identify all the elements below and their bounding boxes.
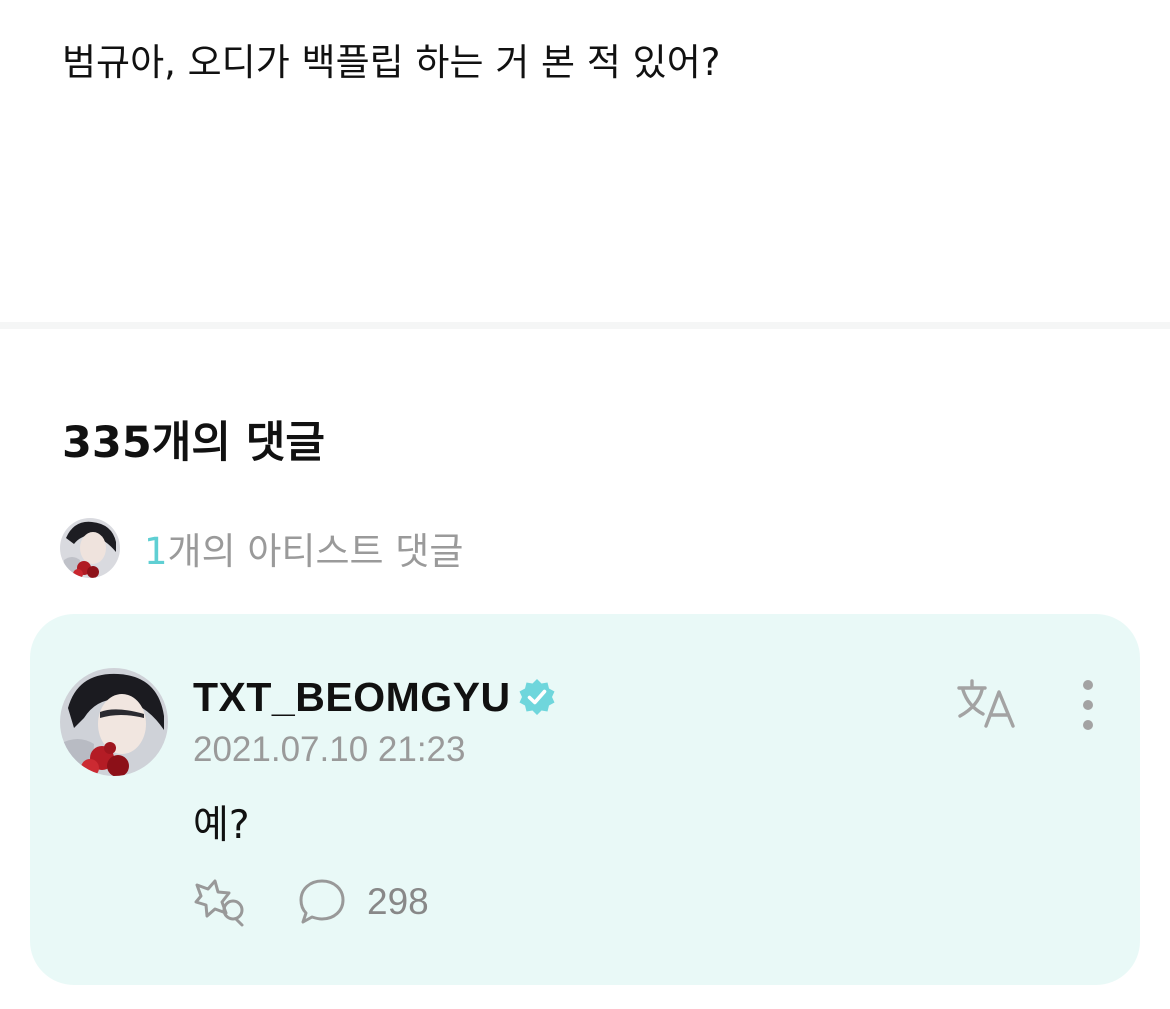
verified-badge-icon (519, 679, 555, 715)
comment-body: 예? (193, 803, 250, 848)
reply-count: 298 (367, 881, 429, 922)
artist-comment-suffix: 개의 아티스트 댓글 (167, 530, 464, 573)
artist-comment-number: 1 (144, 530, 168, 573)
post-text: 범규아, 오디가 백플립 하는 거 본 적 있어? (62, 41, 721, 84)
artist-avatar-small (60, 518, 120, 578)
comment-actions: 298 (193, 876, 429, 928)
artist-comments-summary[interactable]: 1개의 아티스트 댓글 (60, 517, 463, 579)
translate-icon[interactable] (956, 678, 1020, 730)
comments-count-heading: 335개의 댓글 (62, 418, 325, 468)
speech-bubble-icon (299, 879, 345, 924)
comment-author-row: TXT_BEOMGYU (193, 672, 557, 722)
comment-timestamp: 2021.07.10 21:23 (193, 730, 466, 769)
more-vertical-icon[interactable] (1070, 678, 1106, 734)
section-divider (0, 322, 1170, 329)
artist-comments-label: 1개의 아티스트 댓글 (144, 521, 463, 575)
comment-author-name[interactable]: TXT_BEOMGYU (193, 674, 511, 721)
reaction-icon[interactable] (193, 876, 249, 928)
artist-comment-card: TXT_BEOMGYU 2021.07.10 21:23 예? 298 (30, 614, 1140, 985)
reply-button[interactable]: 298 (297, 877, 429, 927)
avatar[interactable] (60, 668, 168, 776)
